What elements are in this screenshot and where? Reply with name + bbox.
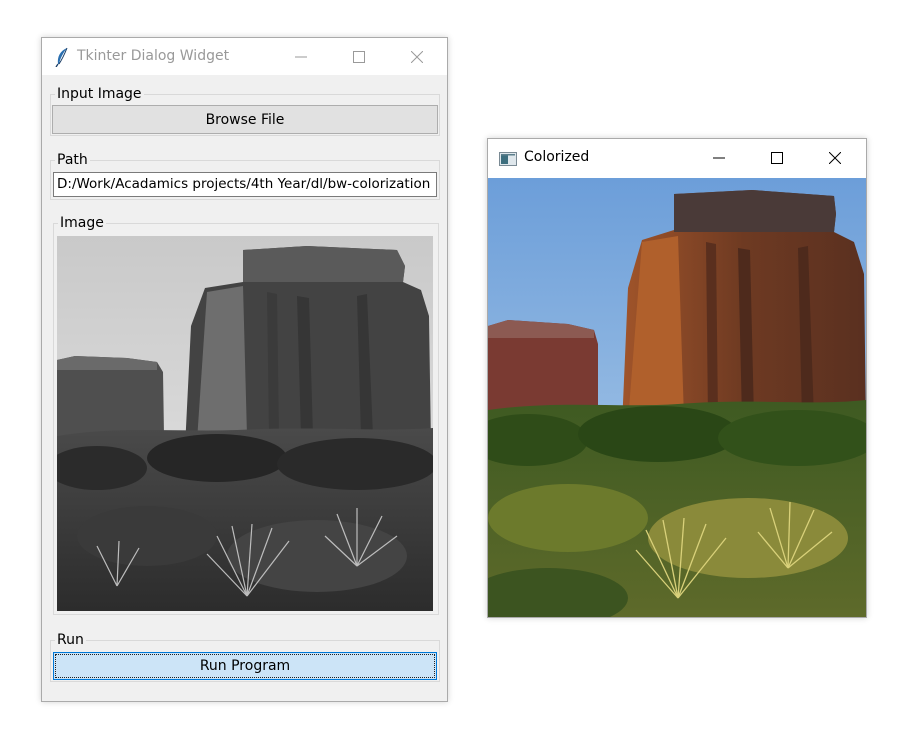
- path-field[interactable]: D:/Work/Acadamics projects/4th Year/dl/b…: [53, 172, 437, 197]
- feather-icon: [54, 47, 70, 71]
- minimize-button[interactable]: [278, 38, 324, 75]
- minimize-icon: [295, 56, 307, 57]
- grayscale-image: [57, 236, 433, 611]
- close-button[interactable]: [394, 38, 440, 75]
- run-program-button[interactable]: Run Program: [53, 652, 437, 680]
- dialog-title: Tkinter Dialog Widget: [77, 48, 230, 64]
- maximize-icon: [353, 50, 365, 63]
- close-button[interactable]: [812, 139, 858, 176]
- path-label: Path: [55, 152, 90, 168]
- browse-file-button[interactable]: Browse File: [52, 105, 438, 134]
- colorized-titlebar[interactable]: Colorized: [488, 139, 866, 177]
- input-image-label: Input Image: [55, 86, 144, 102]
- colorized-title: Colorized: [524, 149, 590, 165]
- colorized-window: Colorized: [487, 138, 867, 618]
- minimize-button[interactable]: [696, 139, 742, 176]
- close-icon: [829, 151, 841, 164]
- maximize-icon: [771, 151, 783, 164]
- maximize-button[interactable]: [754, 139, 800, 176]
- image-label: Image: [58, 215, 106, 231]
- colorized-image: [488, 178, 866, 617]
- window-image-icon: [499, 151, 517, 170]
- minimize-icon: [713, 157, 725, 158]
- maximize-button[interactable]: [336, 38, 382, 75]
- close-icon: [411, 50, 423, 63]
- dialog-titlebar[interactable]: Tkinter Dialog Widget: [42, 38, 447, 75]
- tkinter-dialog-window: Tkinter Dialog Widget Input Image Browse…: [41, 37, 448, 702]
- run-label: Run: [55, 632, 86, 648]
